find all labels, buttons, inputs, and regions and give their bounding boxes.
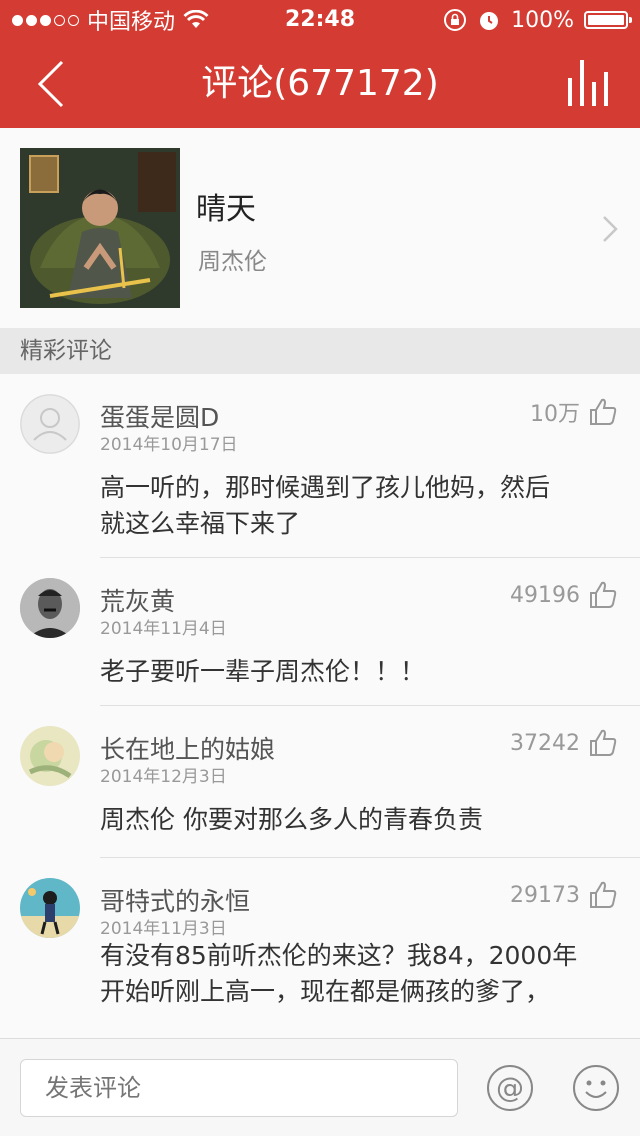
comment-text: 老子要听一辈子周杰伦！！！ [100,657,426,686]
comment-date: 2014年11月3日 [100,919,227,939]
thumbs-up-icon [590,729,617,756]
like-button[interactable]: 49196 [510,580,618,610]
alarm-icon [480,12,499,30]
at-mention-icon[interactable]: @ [486,1064,534,1112]
bar-chart-icon[interactable] [566,58,616,108]
comment-item: 蛋蛋是圆D 2014年10月17日 10万 高一听的，那时候遇到了孩儿他妈，然后… [0,374,640,558]
nav-bar: 评论(677172) [0,40,640,128]
song-info-row[interactable]: 晴天 周杰伦 [0,128,640,328]
comment-input[interactable] [20,1059,458,1117]
song-artist: 周杰伦 [198,249,267,275]
like-count: 29173 [510,882,580,908]
comment-username[interactable]: 长在地上的姑娘 [100,730,275,766]
avatar[interactable] [20,878,80,938]
rotation-lock-icon [444,9,467,31]
avatar-default[interactable] [20,394,80,454]
chevron-right-icon[interactable] [600,214,620,244]
avatar[interactable] [20,726,80,786]
page-title: 评论(677172) [201,63,439,104]
like-count: 49196 [510,582,580,608]
status-bar: 中国移动 22:48 100% [0,0,640,40]
emoji-icon[interactable] [572,1064,620,1112]
like-button[interactable]: 10万 [530,396,618,428]
comment-username[interactable]: 蛋蛋是圆D [100,398,219,434]
comment-item: 荒灰黄 2014年11月4日 49196 老子要听一辈子周杰伦！！！ [0,558,640,706]
comment-compose-bar: @ [0,1038,640,1136]
like-count: 10万 [530,402,580,427]
comment-text: 周杰伦 你要对那么多人的青春负责 [100,805,483,834]
comment-date: 2014年10月17日 [100,435,238,455]
comment-list[interactable]: 蛋蛋是圆D 2014年10月17日 10万 高一听的，那时候遇到了孩儿他妈，然后… [0,374,640,1038]
like-count: 37242 [510,730,580,756]
comment-username[interactable]: 哥特式的永恒 [100,882,250,918]
album-cover [20,148,180,308]
battery-icon [584,11,632,29]
comment-date: 2014年12月3日 [100,767,227,787]
like-button[interactable]: 29173 [510,880,618,910]
comment-text: 高一听的，那时候遇到了孩儿他妈，然后 就这么幸福下来了 [100,473,551,538]
thumbs-up-icon [590,881,617,908]
thumbs-up-icon [590,581,617,608]
comment-username[interactable]: 荒灰黄 [100,582,175,618]
comment-date: 2014年11月4日 [100,619,227,639]
section-header: 精彩评论 [0,328,640,374]
battery-percent: 100% [511,7,574,33]
comment-item: 哥特式的永恒 2014年11月3日 29173 有没有85前听杰伦的来这？我84… [0,858,640,1038]
song-title: 晴天 [196,192,256,227]
comment-item: 长在地上的姑娘 2014年12月3日 37242 周杰伦 你要对那么多人的青春负… [0,706,640,858]
status-right: 100% [443,0,632,40]
comment-text: 有没有85前听杰伦的来这？我84，2000年 开始听刚上高一，现在都是俩孩的爹了… [100,941,578,1006]
like-button[interactable]: 37242 [510,728,618,758]
svg-text:@: @ [496,1071,524,1104]
avatar[interactable] [20,578,80,638]
thumbs-up-icon [590,398,617,425]
